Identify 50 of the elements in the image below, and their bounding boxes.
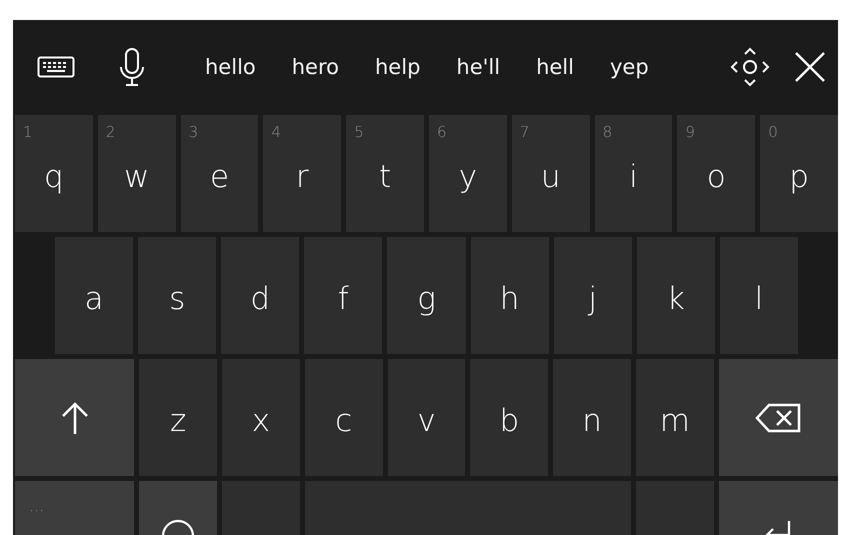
- backspace-icon: [755, 402, 802, 432]
- number-hint: 5: [354, 123, 364, 141]
- move-icon[interactable]: [730, 46, 770, 86]
- letter-key[interactable]: 9 o: [677, 115, 756, 232]
- number-hint: 2: [106, 123, 116, 141]
- suggestion[interactable]: hell: [536, 54, 574, 78]
- letter-key[interactable]: l: [720, 237, 798, 354]
- letter-key[interactable]: 0 p: [760, 115, 838, 232]
- letter-key[interactable]: g: [387, 237, 466, 354]
- letter-key[interactable]: s: [138, 237, 216, 354]
- suggestion[interactable]: hero: [292, 54, 339, 78]
- suggestion[interactable]: hello: [205, 54, 256, 78]
- number-hint: 3: [188, 123, 198, 141]
- letter-key[interactable]: h: [470, 237, 549, 354]
- backspace-key[interactable]: [718, 359, 838, 476]
- letter-key[interactable]: a: [55, 237, 134, 354]
- letter-key[interactable]: n: [553, 359, 631, 476]
- number-hint: 9: [685, 123, 695, 141]
- letter-key[interactable]: b: [470, 359, 548, 476]
- letter-key[interactable]: k: [636, 237, 715, 354]
- microphone-icon[interactable]: [117, 46, 147, 86]
- letter-key[interactable]: m: [636, 359, 714, 476]
- letter-key[interactable]: 2 w: [98, 115, 176, 232]
- suggestion[interactable]: he'll: [456, 54, 500, 78]
- letter-key[interactable]: 6 y: [429, 115, 507, 232]
- letter-key[interactable]: 5 t: [346, 115, 424, 232]
- suggestion[interactable]: help: [375, 54, 420, 78]
- letter-key[interactable]: f: [304, 237, 382, 354]
- letter-key[interactable]: 3 e: [180, 115, 258, 232]
- letter-key[interactable]: 1 q: [15, 115, 93, 232]
- number-hint: 1: [23, 123, 33, 141]
- keyboard-icon[interactable]: [37, 56, 75, 78]
- suggestion[interactable]: yep: [610, 54, 649, 78]
- letter-key[interactable]: 7 u: [512, 115, 590, 232]
- close-icon[interactable]: [794, 50, 826, 82]
- letter-key[interactable]: 4 r: [263, 115, 342, 232]
- number-hint: 8: [602, 123, 612, 141]
- number-hint: 6: [437, 123, 447, 141]
- number-hint: 4: [271, 123, 281, 141]
- letter-key[interactable]: x: [222, 359, 300, 476]
- number-hint: 0: [768, 123, 778, 141]
- symbols-key[interactable]: ···: [15, 481, 134, 535]
- shift-arrow-icon: [60, 400, 90, 434]
- number-hint: 7: [520, 123, 530, 141]
- letter-key[interactable]: 8 i: [594, 115, 672, 232]
- letter-key[interactable]: z: [139, 359, 217, 476]
- letter-key[interactable]: d: [221, 237, 300, 354]
- letter-key[interactable]: c: [304, 359, 383, 476]
- letter-key[interactable]: v: [388, 359, 466, 476]
- letter-key[interactable]: j: [554, 237, 632, 354]
